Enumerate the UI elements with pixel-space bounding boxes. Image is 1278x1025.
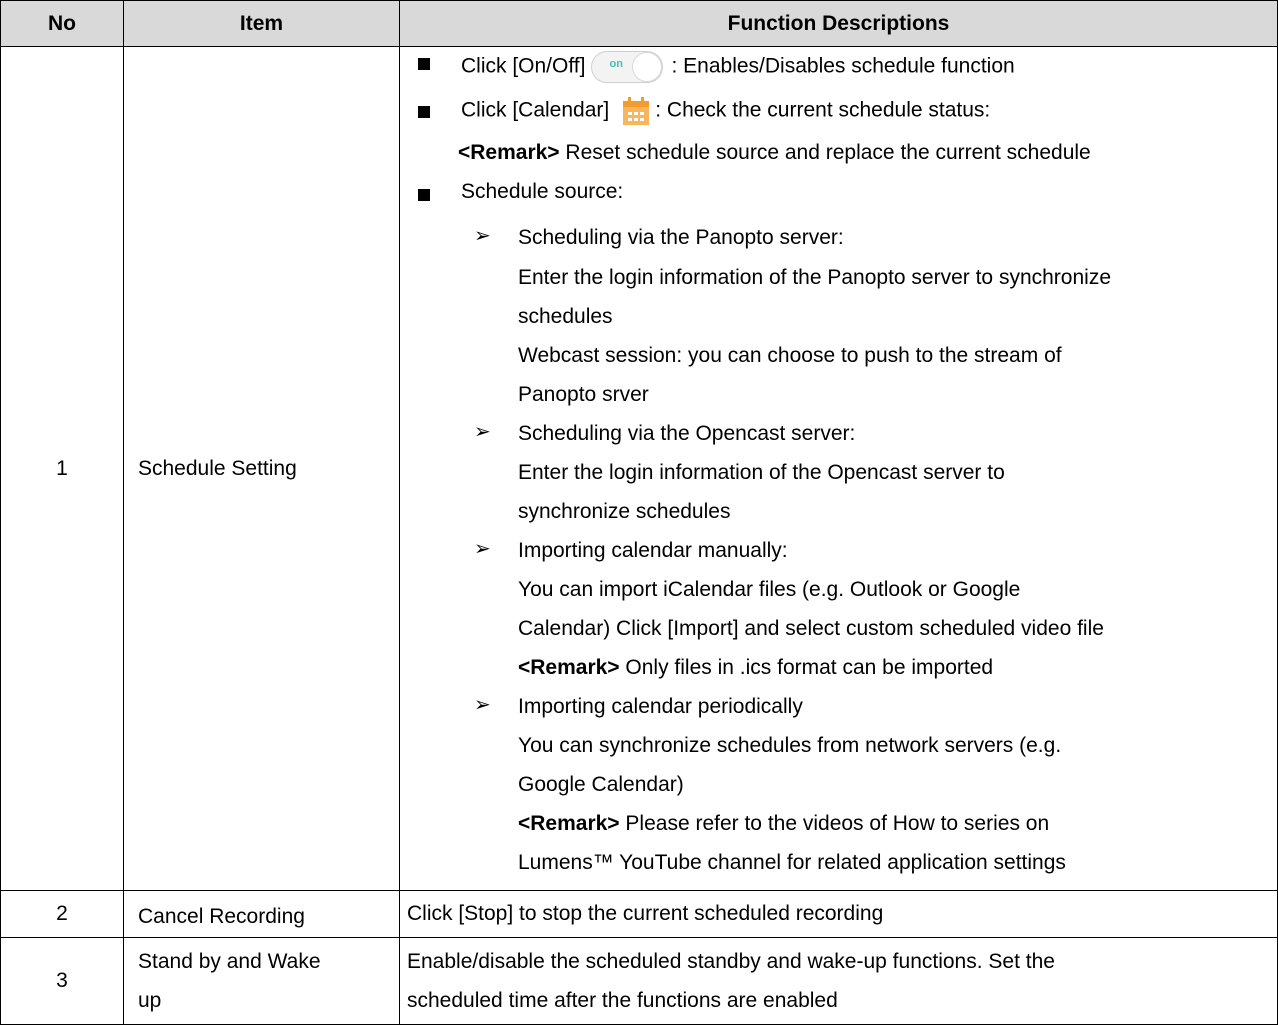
panopto-line-3: Webcast session: you can choose to push …	[518, 344, 1062, 367]
row-item-line-2: up	[138, 989, 162, 1012]
manual-remark-text: Only files in .ics format can be importe…	[619, 656, 994, 679]
manual-title: Importing calendar manually:	[518, 539, 788, 562]
remark-text: Reset schedule source and replace the cu…	[559, 141, 1091, 164]
calendar-prefix: Click [Calendar]	[461, 98, 610, 122]
calendar-icon	[623, 97, 650, 125]
manual-remark-line: <Remark> Only files in .ics format can b…	[518, 657, 993, 678]
periodic-title: Importing calendar periodically	[518, 695, 803, 718]
row-number: 2	[0, 890, 124, 938]
periodic-line-1: You can synchronize schedules from netwo…	[518, 734, 1062, 757]
toggle-on-label: on	[609, 58, 623, 70]
panopto-title: Scheduling via the Panopto server:	[518, 226, 844, 249]
schedule-source-label: Schedule source:	[461, 180, 624, 203]
row-item: Cancel Recording	[123, 890, 400, 938]
panopto-line-4: Panopto srver	[518, 383, 649, 406]
row-description: Click [Stop] to stop the current schedul…	[399, 890, 1278, 938]
periodic-remark-line: <Remark> Please refer to the videos of H…	[518, 813, 1049, 834]
function-table: No Item Function Descriptions 1 Schedule…	[0, 0, 1278, 1025]
table-row: 3 Stand by and Wake up Enable/disable th…	[0, 937, 1278, 1025]
row-item: Schedule Setting	[123, 46, 400, 891]
row-description: Enable/disable the scheduled standby and…	[399, 937, 1278, 1025]
opencast-line-2: synchronize schedules	[518, 500, 731, 523]
bullet-square-icon	[418, 58, 430, 70]
row-number: 1	[0, 46, 124, 891]
manual-line-2: Calendar) Click [Import] and select cust…	[518, 617, 1104, 640]
arrow-bullet-icon: ➢	[474, 694, 491, 716]
panopto-line-2: schedules	[518, 305, 613, 328]
row-item-line-1: Stand by and Wake	[138, 950, 321, 973]
toggle-switch-icon: on	[591, 51, 664, 83]
manual-line-1: You can import iCalendar files (e.g. Out…	[518, 578, 1021, 601]
calendar-line: Click [Calendar] : Check the current sche…	[461, 97, 990, 125]
opencast-line-1: Enter the login information of the Openc…	[518, 461, 1005, 484]
header-item: Item	[123, 0, 400, 47]
remark-line: <Remark> Reset schedule source and repla…	[458, 142, 1091, 163]
table-row: 2 Cancel Recording Click [Stop] to stop …	[0, 890, 1278, 938]
remark-tag: <Remark>	[518, 812, 620, 835]
table-row: 1 Schedule Setting Click [On/Off] on : Ena…	[0, 46, 1278, 891]
onoff-suffix: : Enables/Disables schedule function	[671, 54, 1015, 78]
arrow-bullet-icon: ➢	[474, 225, 491, 247]
header-function-descriptions: Function Descriptions	[399, 0, 1278, 47]
remark-tag: <Remark>	[518, 656, 620, 679]
remark-tag: <Remark>	[458, 141, 560, 164]
panopto-line-1: Enter the login information of the Panop…	[518, 266, 1112, 289]
periodic-remark-text: Please refer to the videos of How to ser…	[619, 812, 1050, 835]
onoff-prefix: Click [On/Off]	[461, 54, 586, 78]
onoff-line: Click [On/Off] on : Enables/Disables sched…	[461, 51, 1015, 83]
arrow-bullet-icon: ➢	[474, 538, 491, 560]
bullet-square-icon	[418, 106, 430, 118]
row-description: Click [On/Off] on : Enables/Disables sched…	[399, 46, 1278, 891]
header-row: No Item Function Descriptions	[0, 0, 1278, 47]
bullet-square-icon	[418, 189, 430, 201]
opencast-title: Scheduling via the Opencast server:	[518, 422, 856, 445]
row-number: 3	[0, 937, 124, 1025]
row-description-line-2: scheduled time after the functions are e…	[407, 989, 838, 1012]
row-item: Stand by and Wake up	[123, 937, 400, 1025]
periodic-line-2: Google Calendar)	[518, 773, 684, 796]
calendar-suffix: : Check the current schedule status:	[655, 98, 991, 122]
periodic-line-3: Lumens™ YouTube channel for related appl…	[518, 851, 1066, 874]
row-description-line-1: Enable/disable the scheduled standby and…	[407, 950, 1055, 973]
header-no: No	[0, 0, 124, 47]
arrow-bullet-icon: ➢	[474, 421, 491, 443]
